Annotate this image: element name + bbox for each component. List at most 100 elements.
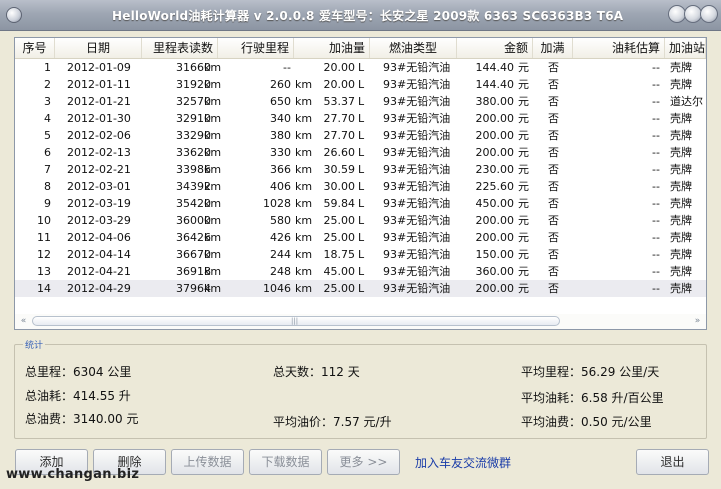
cell-dist: 580 [270, 214, 291, 227]
scroll-left-arrow-icon[interactable]: « [17, 315, 30, 328]
table-row[interactable]: 9 2012-03-19 35420 km 1028 km 59.84 L 93#无铅汽油 450… [15, 195, 706, 212]
cell-fuel: 30.59 [323, 163, 356, 176]
exit-button[interactable]: 退出 [636, 449, 709, 475]
column-header-date[interactable]: 日期 [55, 38, 142, 58]
cell-dist-unit [295, 59, 313, 76]
cell-station: 道达尔 [670, 95, 703, 108]
cell-fuel-unit: L [358, 146, 365, 159]
cell-type: 93#无铅汽油 [383, 146, 451, 159]
cell-fuel: 27.70 [323, 129, 356, 142]
cell-fuel: 30.00 [323, 180, 356, 193]
cell-fuel-unit: L [358, 265, 365, 278]
column-header-amount[interactable]: 金额 [457, 38, 533, 58]
table-row[interactable]: 4 2012-01-30 32910 km 340 km 27.70 L 93#无铅汽油 200.… [15, 110, 706, 127]
column-header-distance[interactable]: 行驶里程 [218, 38, 294, 58]
cell-type: 93#无铅汽油 [383, 129, 451, 142]
cell-full: 否 [548, 112, 559, 125]
table-row[interactable]: 12 2012-04-14 36670 km 244 km 18.75 L 93#无铅汽油 150… [15, 246, 706, 263]
cell-no: 13 [37, 265, 51, 278]
upload-data-button[interactable]: 上传数据 [171, 449, 244, 475]
cell-station: 壳牌 [670, 129, 692, 142]
cell-est: -- [652, 78, 660, 91]
cell-dist: 406 [270, 180, 291, 193]
cell-full: 否 [548, 78, 559, 91]
stat-total-fuel: 总油耗：414.55 升 [25, 389, 131, 403]
cell-dist: 330 [270, 146, 291, 159]
table-row[interactable]: 7 2012-02-21 33986 km 366 km 30.59 L 93#无铅汽油 230.… [15, 161, 706, 178]
cell-no: 14 [37, 282, 51, 295]
table-row[interactable]: 14 2012-04-29 37964 km 1046 km 25.00 L 93#无铅汽油 20… [15, 280, 706, 297]
column-header-station[interactable]: 加油站 [665, 38, 706, 58]
download-data-button[interactable]: 下载数据 [249, 449, 322, 475]
cell-date: 2012-03-29 [67, 214, 131, 227]
cell-dist-unit: km [295, 129, 313, 142]
cell-fuel-unit: L [358, 61, 365, 74]
table-row[interactable]: 10 2012-03-29 36000 km 580 km 25.00 L 93#无铅汽油 200… [15, 212, 706, 229]
column-header-odometer[interactable]: 里程表读数 [142, 38, 218, 58]
cell-amount: 200.00 [475, 146, 515, 159]
table-row[interactable]: 8 2012-03-01 34392 km 406 km 30.00 L 93#无铅汽油 225.… [15, 178, 706, 195]
join-group-link[interactable]: 加入车友交流微群 [415, 454, 511, 471]
window-title: HelloWorld油耗计算器 v 2.0.0.8 爱车型号：长安之星 2009… [112, 9, 624, 23]
cell-odo-unit: km [204, 129, 222, 142]
close-button[interactable] [700, 5, 718, 23]
table-row[interactable]: 1 2012-01-09 31660 km -- 20.00 L 93#无铅汽油 144.40 元… [15, 59, 706, 76]
cell-fuel-unit: L [358, 129, 365, 142]
table-row[interactable]: 11 2012-04-06 36426 km 426 km 25.00 L 93#无铅汽油 200… [15, 229, 706, 246]
cell-amount: 360.00 [475, 265, 515, 278]
cell-no: 12 [37, 248, 51, 261]
cell-type: 93#无铅汽油 [383, 95, 451, 108]
cell-odo-unit: km [204, 78, 222, 91]
cell-amount: 225.60 [475, 180, 515, 193]
more-button[interactable]: 更多 >> [327, 449, 400, 475]
cell-no: 9 [44, 197, 51, 210]
cell-odo-unit: km [204, 163, 222, 176]
table-row[interactable]: 5 2012-02-06 33290 km 380 km 27.70 L 93#无铅汽油 200.… [15, 127, 706, 144]
cell-dist-unit: km [295, 146, 313, 159]
cell-fuel-unit: L [358, 78, 365, 91]
scrollbar-thumb[interactable]: ||| [32, 316, 560, 326]
cell-amount: 200.00 [475, 282, 515, 295]
stat-total-days: 总天数：112 天 [273, 365, 360, 379]
cell-date: 2012-01-09 [67, 61, 131, 74]
cell-dist: 1046 [263, 282, 291, 295]
cell-type: 93#无铅汽油 [383, 231, 451, 244]
cell-amount-unit: 元 [518, 146, 529, 159]
statistics-legend: 统计 [23, 338, 46, 351]
cell-date: 2012-01-11 [67, 78, 131, 91]
cell-station: 壳牌 [670, 197, 692, 210]
table-row[interactable]: 6 2012-02-13 33620 km 330 km 26.60 L 93#无铅汽油 200.… [15, 144, 706, 161]
cell-dist: 244 [270, 248, 291, 261]
cell-est: -- [652, 282, 660, 295]
cell-date: 2012-03-01 [67, 180, 131, 193]
cell-fuel: 27.70 [323, 112, 356, 125]
table-row[interactable]: 13 2012-04-21 36918 km 248 km 45.00 L 93#无铅汽油 360… [15, 263, 706, 280]
cell-full: 否 [548, 95, 559, 108]
column-header-fuel[interactable]: 加油量 [294, 38, 370, 58]
scroll-right-arrow-icon[interactable]: » [691, 315, 704, 328]
cell-date: 2012-04-06 [67, 231, 131, 244]
column-header-fuel-type[interactable]: 燃油类型 [370, 38, 457, 58]
cell-amount: 450.00 [475, 197, 515, 210]
horizontal-scrollbar[interactable]: « ||| » [15, 314, 706, 329]
table-row[interactable]: 3 2012-01-21 32570 km 650 km 53.37 L 93#无铅汽油 380.… [15, 93, 706, 110]
statistics-group: 统计 总里程：6304 公里 总天数：112 天 平均里程：56.29 公里/天… [14, 338, 707, 439]
column-header-estimate[interactable]: 油耗估算 [573, 38, 665, 58]
cell-odo-unit: km [204, 214, 222, 227]
refuel-record-table[interactable]: 序号 日期 里程表读数 行驶里程 加油量 燃油类型 金额 加满 油耗估算 加油站… [14, 37, 707, 330]
cell-fuel-unit: L [358, 163, 365, 176]
column-header-full[interactable]: 加满 [533, 38, 573, 58]
cell-fuel: 59.84 [323, 197, 356, 210]
cell-station: 壳牌 [670, 146, 692, 159]
cell-full: 否 [548, 265, 559, 278]
cell-station: 壳牌 [670, 214, 692, 227]
column-header-no[interactable]: 序号 [15, 38, 55, 58]
cell-odo-unit: km [204, 231, 222, 244]
cell-dist: -- [283, 61, 291, 74]
cell-est: -- [652, 180, 660, 193]
cell-dist-unit: km [295, 78, 313, 91]
cell-no: 7 [44, 163, 51, 176]
table-row[interactable]: 2 2012-01-11 31920 km 260 km 20.00 L 93#无铅汽油 144.… [15, 76, 706, 93]
cell-fuel-unit: L [358, 180, 365, 193]
cell-full: 否 [548, 214, 559, 227]
